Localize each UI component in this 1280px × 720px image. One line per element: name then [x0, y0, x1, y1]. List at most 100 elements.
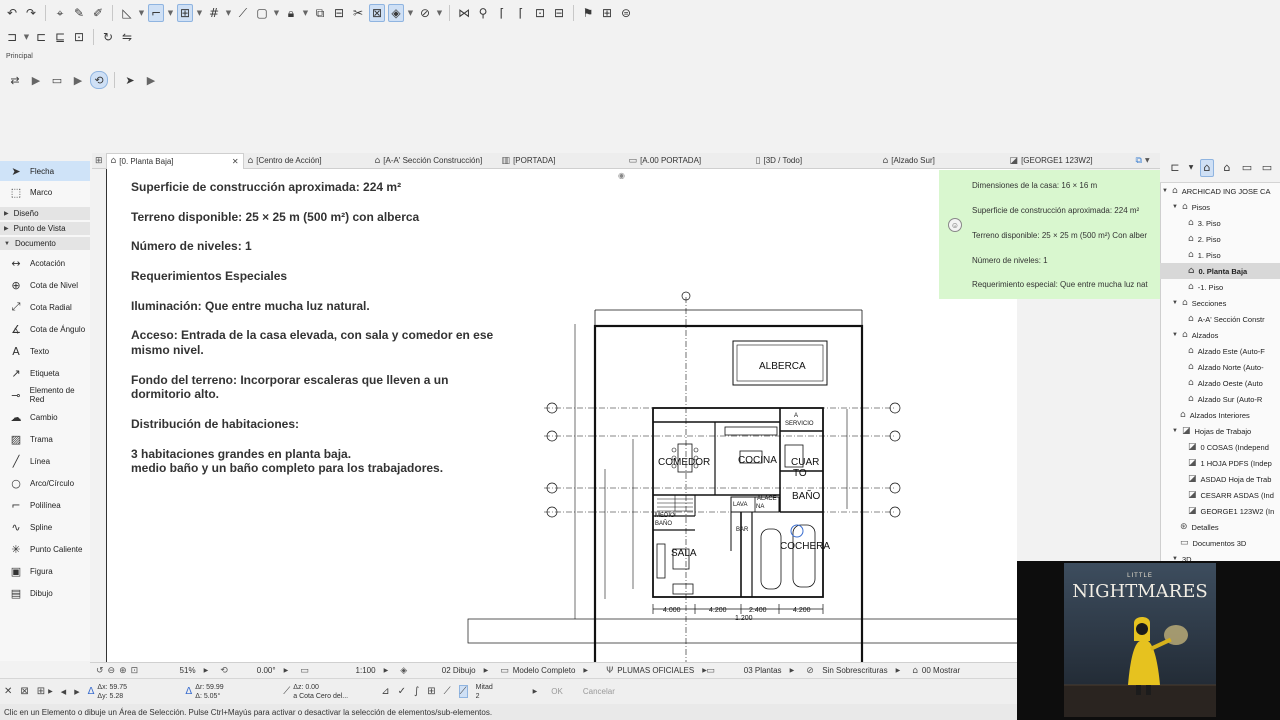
tool-linea[interactable]: ╱ Línea: [0, 451, 90, 471]
rotation-angle[interactable]: ⟲ 0.00° ▶: [214, 666, 294, 676]
tree-item-worksheet[interactable]: ◪ GEORGE1 123W2 (In: [1188, 503, 1274, 519]
close-icon[interactable]: ✕: [232, 157, 239, 166]
tool-cambio[interactable]: ☁ Cambio: [0, 407, 90, 427]
attributes-icon[interactable]: ⊡: [71, 28, 87, 46]
frame-icon[interactable]: ▢: [254, 4, 270, 22]
note-terreno[interactable]: Terreno disponible: 25 × 25 m (500 m²) c…: [131, 210, 419, 224]
pick-up-icon[interactable]: ✎: [71, 4, 87, 22]
chevron-down-icon[interactable]: ▼: [302, 4, 309, 22]
flag-icon[interactable]: ⚑: [580, 4, 596, 22]
snap-points-icon[interactable]: ⟋: [440, 686, 455, 697]
lock-icon[interactable]: 🔒︎: [283, 4, 299, 22]
copy-settings-icon[interactable]: ⊏: [33, 28, 49, 46]
tree-item-secciones[interactable]: ▼ ⌂ Secciones: [1172, 295, 1226, 311]
chevron-right-icon[interactable]: ▶: [142, 71, 160, 89]
layer-combination-select[interactable]: ◈ 02 Dibujo ▶: [394, 666, 494, 676]
pointer-icon[interactable]: ⌖: [52, 4, 68, 22]
tree-item-elevation[interactable]: ⌂ Alzado Oeste (Auto: [1188, 375, 1263, 391]
tree-item-story[interactable]: ⌂ 3. Piso: [1188, 215, 1221, 231]
z-coordinate-field[interactable]: ⟋ Δz: 0.00 a Cota Cero del...: [279, 683, 377, 701]
tool-dibujo[interactable]: ▤ Dibujo: [0, 583, 90, 603]
tool-texto[interactable]: A Texto: [0, 341, 90, 361]
inject-icon[interactable]: ✐: [90, 4, 106, 22]
note-superficie[interactable]: Superficie de construcción aproximada: 2…: [131, 180, 401, 194]
tree-item-elevation[interactable]: ⌂ Alzado Norte (Auto-: [1188, 359, 1264, 375]
snap-icon[interactable]: ⌐: [148, 4, 164, 22]
tree-item-detalles[interactable]: ⊛ Detalles: [1180, 519, 1219, 535]
tab-seccion-construccion[interactable]: ⌂ [A-A' Sección Construcción]: [371, 153, 498, 169]
tool-etiqueta[interactable]: ↗ Etiqueta: [0, 363, 90, 383]
trim-icon[interactable]: ✂: [350, 4, 366, 22]
tool-marco[interactable]: ⬚ Marco: [0, 182, 90, 202]
tool-figura[interactable]: ▣ Figura: [0, 561, 90, 581]
tree-item-story[interactable]: ⌂ -1. Piso: [1188, 279, 1223, 295]
scale-select[interactable]: ▭ 1:100 ▶: [294, 666, 394, 676]
tool-flecha[interactable]: ➤ Flecha: [0, 161, 90, 181]
chevron-down-icon[interactable]: ▼: [167, 4, 174, 22]
chevron-down-icon[interactable]: ▼: [138, 4, 145, 22]
snap-active-icon[interactable]: ⟋: [455, 685, 472, 698]
tree-item-worksheet[interactable]: ◪ 1 HOJA PDFS (Indep: [1188, 455, 1272, 471]
model-view-select[interactable]: ▭ Modelo Completo ▶: [494, 666, 600, 676]
align-icon[interactable]: ⊡: [532, 4, 548, 22]
note-acceso[interactable]: Acceso: Entrada de la casa elevada, con …: [131, 328, 493, 342]
tool-punto-caliente[interactable]: ✳ Punto Caliente: [0, 539, 90, 559]
tab-list-icon[interactable]: ⧉ ▼: [1132, 153, 1154, 169]
polar-coordinate-field[interactable]: Δ Δr: 59.99 Δ: 5.05°: [181, 683, 279, 701]
tab-portada[interactable]: ▥ [PORTADA]: [498, 153, 625, 169]
pen-set-select[interactable]: Ψ PLUMAS OFICIALES ▶: [600, 666, 707, 676]
rotate-icon[interactable]: ↻: [100, 28, 116, 46]
cursor-snap-icon[interactable]: ⊠: [16, 686, 32, 697]
tool-polilinea[interactable]: ⌐ Polilínea: [0, 495, 90, 515]
tree-item-worksheet[interactable]: ◪ 0 COSAS (Independ: [1188, 439, 1269, 455]
tool-spline[interactable]: ∿ Spline: [0, 517, 90, 537]
note-distribucion[interactable]: Distribución de habitaciones:: [131, 417, 299, 431]
element-info-icon[interactable]: ⊟: [331, 4, 347, 22]
chevron-down-icon[interactable]: ▼: [273, 4, 280, 22]
tool-cota-de-nivel[interactable]: ⊕ Cota de Nivel: [0, 275, 90, 295]
magnet-icon[interactable]: ⋈: [456, 4, 472, 22]
guide-line-icon[interactable]: ∫: [410, 686, 423, 697]
note-acceso-cont[interactable]: mismo nivel.: [131, 343, 204, 357]
renovation-icon[interactable]: ⊠: [369, 4, 385, 22]
chevron-down-icon[interactable]: ▼: [196, 4, 203, 22]
arrow-select-icon[interactable]: ➤: [121, 71, 139, 89]
snap-reference-icon[interactable]: ⊿: [377, 686, 393, 697]
checkmark-icon[interactable]: ✓: [394, 686, 410, 697]
fit-window-icon[interactable]: ⊡: [131, 666, 139, 676]
layout-icon[interactable]: ◺: [119, 4, 135, 22]
tree-item-alzados[interactable]: ▼ ⌂ Alzados: [1172, 327, 1218, 343]
cancel-button[interactable]: Cancelar: [573, 685, 625, 698]
tree-item-elevation[interactable]: ⌂ Alzado Este (Auto-F: [1188, 343, 1265, 359]
mirror-icon[interactable]: ⇋: [119, 28, 135, 46]
note-fondo-cont[interactable]: dormitorio alto.: [131, 387, 219, 401]
publisher-icon[interactable]: ▭: [1260, 159, 1274, 177]
layout-book-icon[interactable]: ▭: [1240, 159, 1254, 177]
undo-icon[interactable]: ↶: [4, 4, 20, 22]
offset-icon[interactable]: ⌈: [494, 4, 510, 22]
chevron-down-icon[interactable]: ▼: [407, 4, 414, 22]
tree-item-pisos[interactable]: ▼ ⌂ Pisos: [1172, 199, 1210, 215]
project-map-icon[interactable]: ⌂: [1200, 158, 1214, 177]
paste-settings-icon[interactable]: ⊑: [52, 28, 68, 46]
chevron-right-icon[interactable]: ▶: [70, 688, 83, 696]
renovation-filter-select[interactable]: ⌂ 00 Mostrar: [906, 666, 976, 676]
tree-item-story-selected[interactable]: ⌂ 0. Planta Baja: [1160, 263, 1280, 279]
tree-item-story[interactable]: ⌂ 1. Piso: [1188, 247, 1221, 263]
navigator-back-icon[interactable]: ⊏: [1168, 159, 1182, 177]
distribute-icon[interactable]: ⊟: [551, 4, 567, 22]
layer-icon[interactable]: ⊐: [4, 28, 20, 46]
undo-zoom-icon[interactable]: ↺: [96, 666, 104, 676]
zoom-controls[interactable]: ↺ ⊖ ⊕ ⊡: [90, 666, 144, 676]
section-diseno[interactable]: ▶ Diseño: [0, 207, 90, 220]
relative-construction-icon[interactable]: ⊞ ▶: [33, 686, 57, 697]
chevron-left-icon[interactable]: ◀: [57, 688, 70, 696]
tree-item-project[interactable]: ▼ ⌂ ARCHICAD ING JOSE CA: [1162, 183, 1270, 199]
tab-overview-icon[interactable]: ⊞: [92, 153, 106, 169]
section-punto-de-vista[interactable]: ▶ Punto de Vista: [0, 222, 90, 235]
suspend-group-icon[interactable]: ⧉: [312, 4, 328, 22]
view-pin-icon[interactable]: ◉: [618, 171, 625, 180]
x-coordinate-field[interactable]: Δ Δx: 59.75 Δy: 5.28: [84, 683, 182, 701]
tool-cota-de-angulo[interactable]: ∡ Cota de Ángulo: [0, 319, 90, 339]
chevron-down-icon[interactable]: ▼: [1188, 159, 1194, 177]
